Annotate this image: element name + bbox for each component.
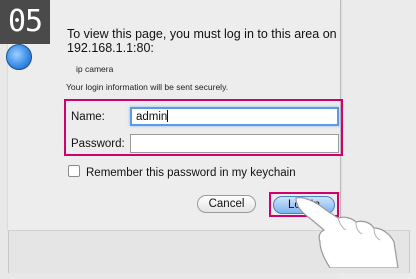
cancel-button[interactable]: Cancel	[197, 195, 256, 213]
dialog-prompt: To view this page, you must log in to th…	[67, 27, 337, 55]
checkbox-icon[interactable]	[68, 165, 80, 177]
remember-label: Remember this password in my keychain	[86, 167, 296, 179]
text-caret	[167, 110, 169, 122]
name-field-value: admin	[136, 111, 168, 123]
remember-password-option[interactable]: Remember this password in my keychain	[68, 165, 296, 179]
secure-note: Your login information will be sent secu…	[66, 82, 229, 92]
pointing-hand-icon	[295, 197, 399, 268]
credentials-highlight: Name: admin Password:	[64, 99, 343, 156]
name-field[interactable]: admin	[130, 107, 339, 126]
lock-icon	[6, 44, 32, 70]
realm-label: ip camera	[76, 64, 114, 74]
password-field[interactable]	[130, 134, 339, 153]
step-badge: 05	[0, 0, 50, 44]
name-label: Name:	[71, 111, 105, 123]
password-label: Password:	[71, 138, 125, 150]
